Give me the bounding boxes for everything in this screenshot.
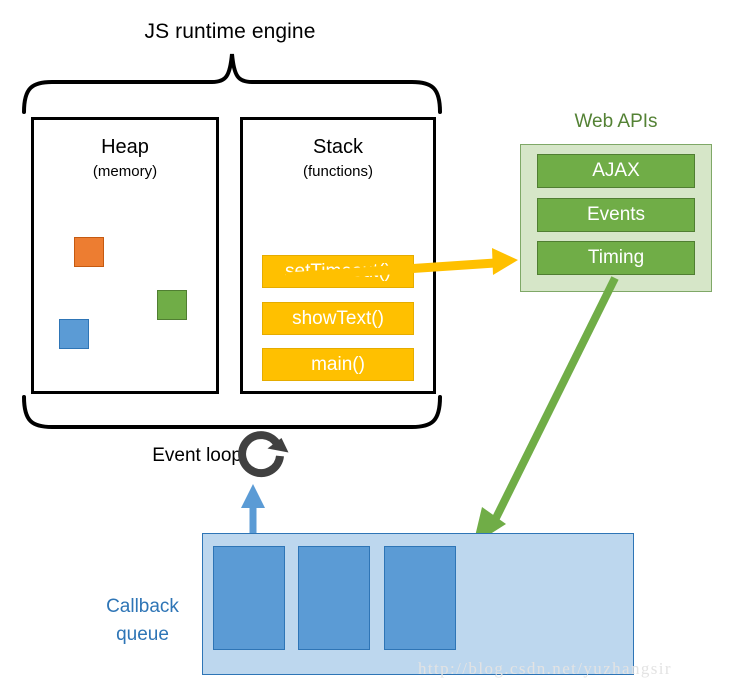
timing-to-callback-queue-arrow [473,276,619,545]
diagram-canvas: JS runtime engine Heap (memory) Stack (f… [0,0,734,689]
callback-queue-label: Callback queue [90,593,195,649]
callback-queue-item [298,546,370,650]
callback-queue-label-line2: queue [116,624,169,645]
callback-queue-item [213,546,285,650]
callback-queue-label-line1: Callback [106,596,179,617]
watermark-text: http://blog.csdn.net/yuzhangsir [418,659,672,678]
callback-queue-item [384,546,456,650]
stack-to-timing-arrow [285,248,518,282]
